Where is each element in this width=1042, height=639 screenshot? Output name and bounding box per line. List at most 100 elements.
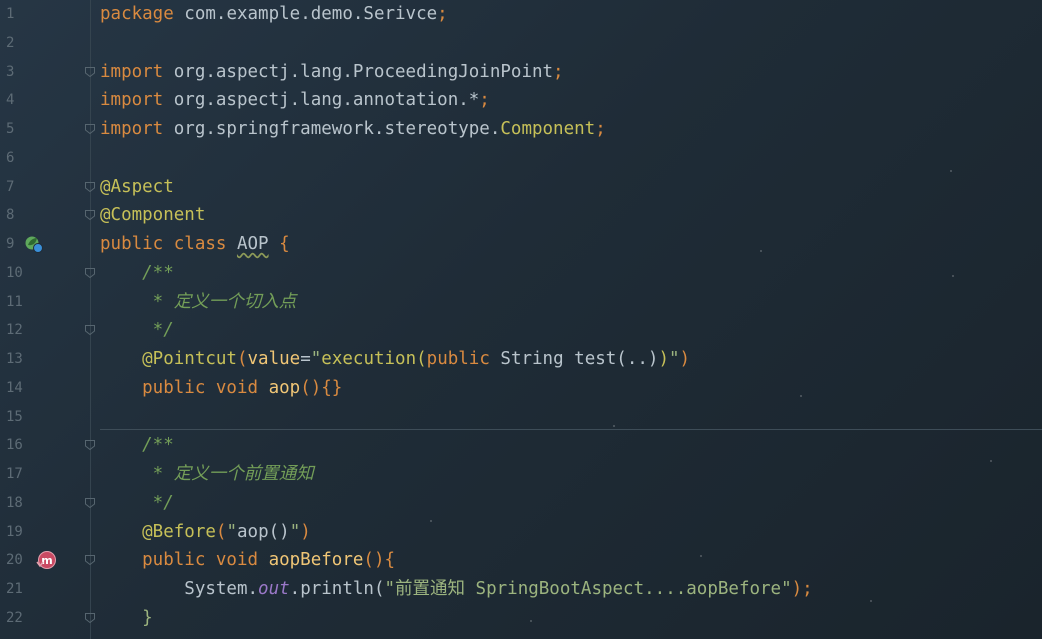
code-token: aop() — [237, 521, 290, 542]
code-token: /** — [100, 262, 174, 283]
code-token: * 定义一个前置通知 — [100, 464, 314, 484]
code-line[interactable]: 8 @Component — [0, 201, 1042, 230]
code-token: (){} — [300, 377, 343, 398]
line-number: 19 — [6, 523, 23, 540]
spring-bean-icon[interactable] — [24, 234, 44, 254]
line-number: 21 — [6, 581, 23, 597]
code-token: /** — [100, 435, 174, 456]
code-line[interactable]: 7 @Aspect — [0, 173, 1042, 202]
background-speck — [760, 250, 762, 252]
code-line[interactable]: 9 public class AOP { — [0, 230, 1042, 259]
background-speck — [700, 555, 702, 557]
code-token: " — [669, 349, 680, 369]
code-line[interactable]: 18 */ — [0, 489, 1042, 518]
code-token: (){ — [363, 550, 396, 571]
code-line[interactable]: 11 * 定义一个切入点 — [0, 288, 1042, 317]
code-token: System. — [100, 579, 259, 599]
code-token: .println( — [289, 579, 385, 599]
code-text: } — [100, 604, 153, 633]
line-number: 2 — [6, 34, 15, 51]
code-line[interactable]: 3 import org.aspectj.lang.ProceedingJoinP… — [0, 58, 1042, 87]
code-token: "前置通知 SpringBootAspect....aopBefore" — [384, 579, 792, 599]
background-speck — [613, 425, 615, 427]
code-line[interactable]: 4 import org.aspectj.lang.annotation.*; — [0, 86, 1042, 115]
code-text: @Component — [100, 201, 205, 230]
code-token: @Component — [100, 205, 206, 226]
code-text: */ — [100, 316, 174, 345]
fold-marker-icon[interactable] — [84, 123, 96, 135]
code-text: /** — [100, 431, 174, 460]
code-line[interactable]: 15 — [0, 403, 1042, 432]
code-text: @Before("aop()") — [100, 518, 311, 547]
code-line[interactable]: 21 System.out.println("前置通知 SpringBootAs… — [0, 575, 1042, 604]
code-token: ; — [595, 119, 606, 139]
fold-marker-icon[interactable] — [84, 66, 96, 78]
code-line[interactable]: 14 public void aop(){} — [0, 374, 1042, 403]
code-line[interactable]: 2 — [0, 29, 1042, 58]
code-token: import — [100, 90, 164, 111]
code-token: public void — [100, 550, 269, 571]
code-editor[interactable]: 1 package com.example.demo.Serivce; 2 3 impo… — [0, 0, 1042, 639]
code-line[interactable]: 6 — [0, 144, 1042, 173]
code-token: public class — [100, 234, 237, 254]
code-token: ; — [553, 61, 564, 82]
fold-marker-icon[interactable] — [84, 439, 96, 451]
code-text: */ — [100, 489, 174, 518]
code-token: " — [226, 521, 237, 542]
code-text: @Aspect — [100, 173, 174, 202]
fold-marker-icon[interactable] — [84, 497, 96, 509]
line-number: 14 — [6, 379, 23, 396]
line-number: 18 — [6, 494, 23, 511]
code-token: import — [100, 119, 164, 139]
code-line[interactable]: 17 * 定义一个前置通知 — [0, 460, 1042, 489]
code-token: Component — [500, 119, 596, 139]
code-line[interactable]: 20 m public void aopBefore(){ — [0, 546, 1042, 575]
line-number: 12 — [6, 322, 23, 339]
code-token: */ — [100, 492, 174, 513]
code-token: org.aspectj.lang.ProceedingJoinPoint — [163, 61, 554, 82]
fold-marker-icon[interactable] — [84, 324, 96, 336]
fold-marker-icon[interactable] — [84, 554, 96, 566]
code-text: /** — [100, 259, 174, 288]
code-token: { — [268, 234, 290, 254]
fold-marker-icon[interactable] — [84, 612, 96, 624]
code-token: out — [258, 579, 290, 599]
code-text: System.out.println("前置通知 SpringBootAspec… — [100, 575, 812, 604]
code-token: ) — [658, 349, 669, 369]
code-token: ) — [679, 349, 691, 369]
fold-marker-icon[interactable] — [84, 267, 96, 279]
code-token: org.springframework.stereotype. — [163, 119, 501, 139]
code-line[interactable]: 19 @Before("aop()") — [0, 518, 1042, 547]
line-number: 15 — [6, 408, 23, 425]
line-number: 22 — [6, 609, 23, 626]
line-number: 16 — [6, 437, 23, 454]
code-line[interactable]: 22 } — [0, 604, 1042, 633]
line-number: 4 — [6, 92, 15, 109]
fold-marker-icon[interactable] — [84, 209, 96, 221]
code-token: org.aspectj.lang.annotation.* — [163, 90, 480, 111]
code-token: @Pointcut — [100, 349, 237, 369]
line-number: 7 — [6, 178, 15, 195]
code-token: AOP — [236, 234, 269, 254]
code-token: String test(..) — [489, 349, 659, 369]
background-speck — [990, 460, 992, 462]
code-token: */ — [100, 320, 174, 341]
code-token: execution( — [321, 349, 427, 369]
code-line[interactable]: 10 /** — [0, 259, 1042, 288]
line-number: 8 — [6, 207, 15, 224]
code-token: import — [100, 61, 164, 82]
code-token: = — [300, 349, 311, 369]
code-token: package — [100, 4, 174, 24]
code-line[interactable]: 5 import org.springframework.stereotype.C… — [0, 115, 1042, 144]
fold-marker-icon[interactable] — [84, 181, 96, 193]
background-speck — [950, 170, 952, 172]
code-line[interactable]: 13 @Pointcut(value="execution(public Str… — [0, 345, 1042, 374]
code-line[interactable]: 12 */ — [0, 316, 1042, 345]
line-number: 11 — [6, 293, 23, 310]
line-number: 6 — [6, 149, 15, 166]
code-line[interactable]: 1 package com.example.demo.Serivce; — [0, 0, 1042, 29]
code-line[interactable]: 16 /** — [0, 431, 1042, 460]
code-token: com.example.demo.Serivce — [173, 4, 438, 24]
code-token: } — [100, 607, 153, 628]
advice-method-icon[interactable]: m — [35, 549, 57, 571]
